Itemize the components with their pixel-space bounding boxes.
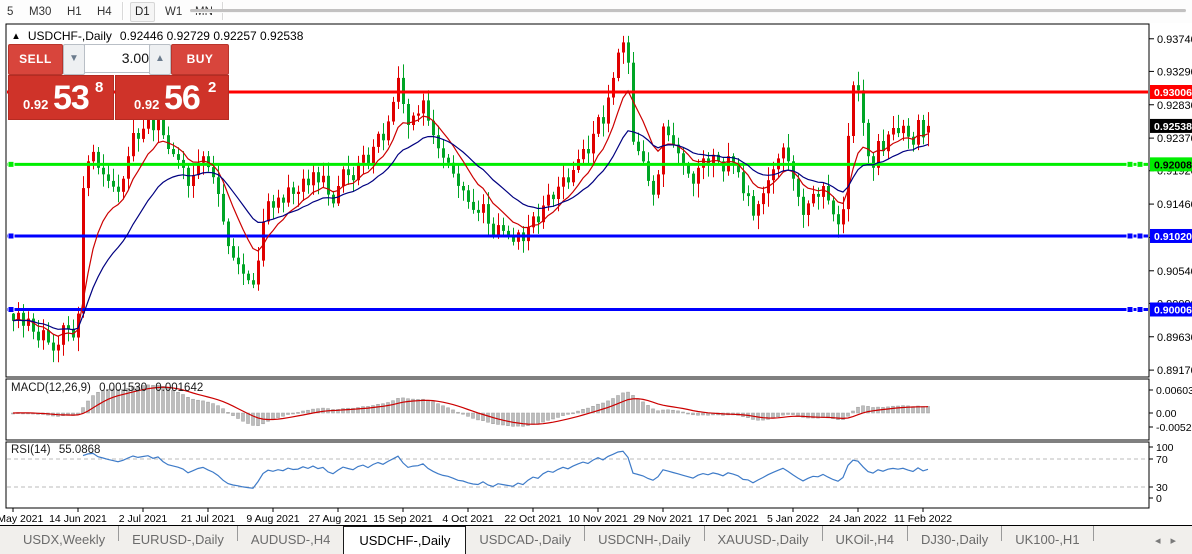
chart-symbol-label: USDCHF-,Daily: [27, 29, 112, 43]
svg-text:11 Feb 2022: 11 Feb 2022: [894, 513, 952, 525]
sell-price-box[interactable]: 0.92 53 8: [8, 75, 114, 120]
svg-text:70: 70: [1156, 454, 1168, 466]
svg-text:24 Jan 2022: 24 Jan 2022: [829, 513, 887, 525]
chart-title: ▲ USDCHF-,Daily 0.92446 0.92729 0.92257 0.…: [10, 29, 303, 43]
svg-text:0.92370: 0.92370: [1157, 133, 1192, 145]
svg-text:0.93290: 0.93290: [1157, 66, 1192, 78]
svg-text:17 Dec 2021: 17 Dec 2021: [698, 513, 758, 525]
macd-value-signal: 0.001642: [155, 382, 204, 394]
svg-text:4 Oct 2021: 4 Oct 2021: [442, 513, 494, 525]
macd-value-main: 0.001530: [99, 382, 148, 394]
moving-average-9: [12, 89, 929, 337]
svg-text:27 Aug 2021: 27 Aug 2021: [309, 513, 368, 525]
moving-average-21: [12, 130, 929, 331]
svg-text:0.92008: 0.92008: [1154, 159, 1192, 171]
buy-price-big: 56: [164, 79, 201, 117]
svg-text:26 May 2021: 26 May 2021: [0, 513, 44, 525]
svg-text:100: 100: [1156, 442, 1174, 454]
svg-text:0.89170: 0.89170: [1157, 365, 1192, 377]
mt4-window: { "toolbar": { "items": [ {"label": "5",…: [0, 0, 1192, 554]
rsi-value: 55.0868: [58, 444, 101, 456]
svg-text:5 Jan 2022: 5 Jan 2022: [767, 513, 819, 525]
one-click-trading-panel: SELL ▼ 3.00 ▲ BUY 0.92 53 8 0.92 56 2: [8, 44, 229, 120]
svg-text:0: 0: [1156, 493, 1162, 505]
sell-button[interactable]: SELL: [8, 44, 63, 75]
svg-text:0.00: 0.00: [1156, 408, 1177, 420]
svg-text:0.91460: 0.91460: [1157, 199, 1192, 211]
svg-text:0.90006: 0.90006: [1154, 305, 1192, 317]
sell-price-big: 53: [53, 79, 90, 117]
chart-ohlc-values: 0.92446 0.92729 0.92257 0.92538: [119, 29, 304, 43]
svg-text:-0.0052288: -0.0052288: [1156, 422, 1192, 434]
svg-text:2 Jul 2021: 2 Jul 2021: [119, 513, 168, 525]
svg-text:0.92538: 0.92538: [1154, 121, 1192, 133]
svg-text:0.92830: 0.92830: [1157, 100, 1192, 112]
sell-price-sup: 8: [95, 79, 104, 96]
buy-price-box[interactable]: 0.92 56 2: [115, 75, 229, 120]
svg-text:14 Jun 2021: 14 Jun 2021: [49, 513, 107, 525]
rsi-header: RSI(14) 55.0868: [11, 444, 100, 456]
svg-text:21 Jul 2021: 21 Jul 2021: [181, 513, 235, 525]
macd-label: MACD(12,26,9): [11, 382, 91, 394]
volume-input[interactable]: 3.00: [84, 44, 156, 73]
rsi-panel: [7, 450, 1148, 489]
svg-text:10 Nov 2021: 10 Nov 2021: [568, 513, 628, 525]
svg-text:0.90540: 0.90540: [1157, 266, 1192, 278]
price-axis[interactable]: 0.937400.932900.928300.923700.919200.914…: [1126, 34, 1192, 505]
svg-text:0.0060388: 0.0060388: [1156, 385, 1192, 397]
svg-text:0.93740: 0.93740: [1157, 34, 1192, 46]
buy-price-sup: 2: [208, 79, 217, 96]
volume-decrease-button[interactable]: ▼: [63, 44, 85, 75]
volume-increase-button[interactable]: ▲: [149, 44, 171, 75]
macd-header: MACD(12,26,9) 0.001530 0.001642: [11, 382, 203, 394]
svg-text:22 Oct 2021: 22 Oct 2021: [504, 513, 561, 525]
sell-price-prefix: 0.92: [23, 97, 49, 112]
collapse-panel-icon[interactable]: ▲: [11, 30, 21, 41]
buy-price-prefix: 0.92: [134, 97, 160, 112]
rsi-line: [82, 450, 929, 489]
svg-text:29 Nov 2021: 29 Nov 2021: [633, 513, 693, 525]
svg-text:9 Aug 2021: 9 Aug 2021: [246, 513, 299, 525]
svg-text:0.93006: 0.93006: [1154, 87, 1192, 99]
svg-text:0.91020: 0.91020: [1154, 231, 1192, 243]
svg-text:0.89630: 0.89630: [1157, 332, 1192, 344]
svg-text:15 Sep 2021: 15 Sep 2021: [373, 513, 433, 525]
buy-button[interactable]: BUY: [171, 44, 229, 75]
rsi-label: RSI(14): [11, 444, 51, 456]
date-axis[interactable]: 26 May 2021 14 Jun 2021 2 Jul 2021 21 Jul 2…: [0, 508, 952, 525]
